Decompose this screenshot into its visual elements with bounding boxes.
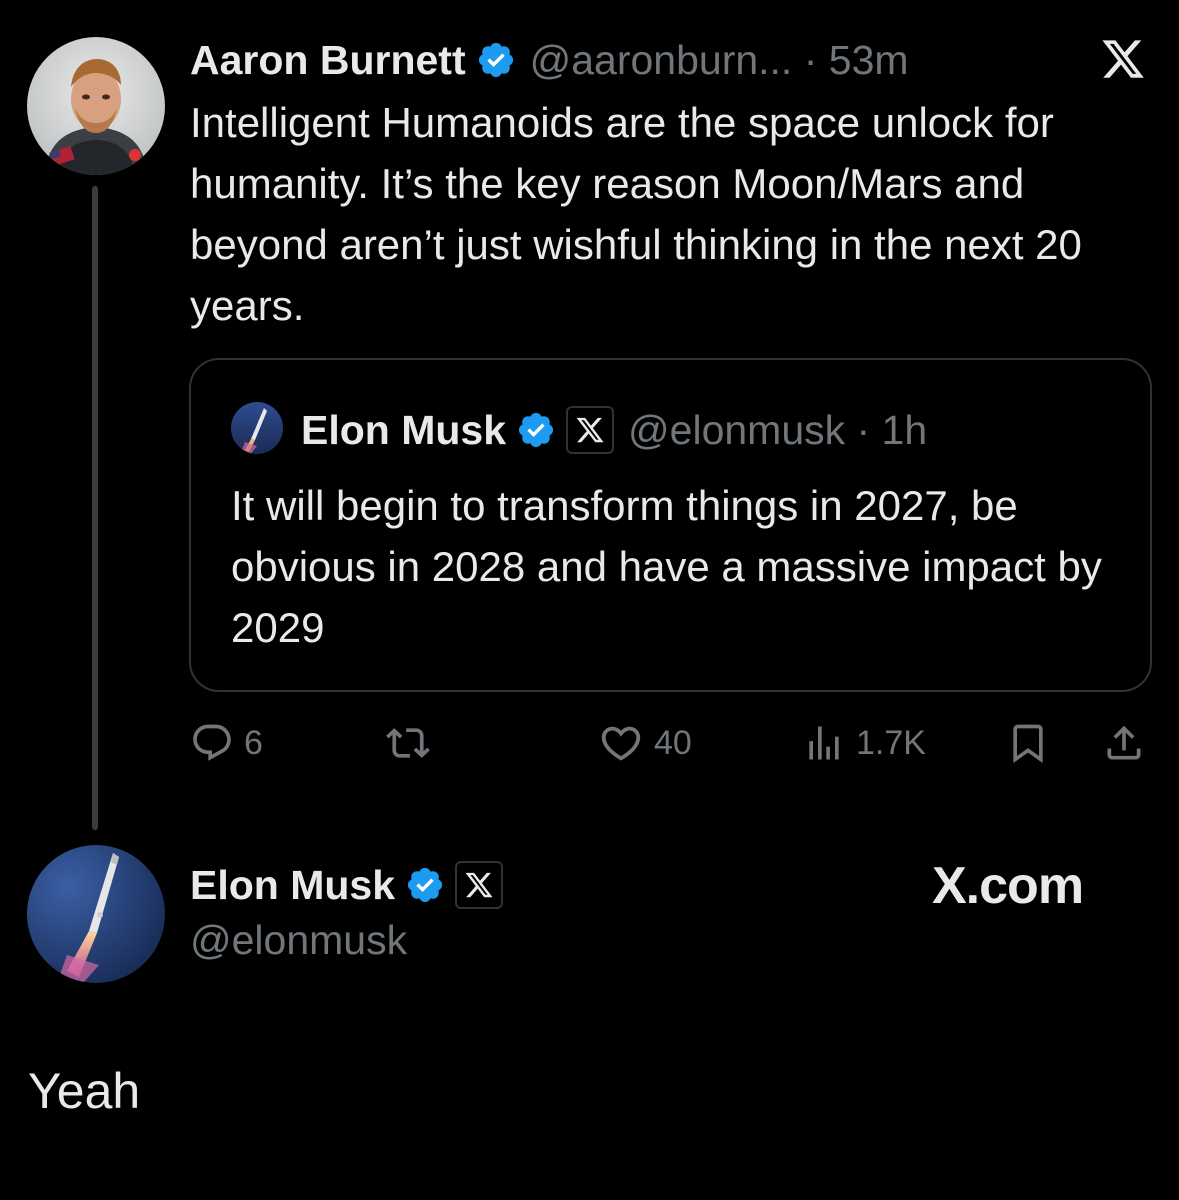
reply-count: 6 — [244, 723, 263, 762]
views-chart-icon — [809, 726, 839, 760]
reply-author-name[interactable]: Elon Musk — [190, 862, 395, 909]
like-count: 40 — [654, 723, 692, 762]
views-button[interactable]: 1.7K — [802, 718, 926, 768]
quoted-author-avatar[interactable] — [231, 402, 283, 454]
quoted-tweet-header: Elon Musk @elonmusk · 1h — [301, 402, 927, 458]
tweet-text: Intelligent Humanoids are the space unlo… — [190, 99, 1082, 329]
quoted-author-handle-time[interactable]: @elonmusk · 1h — [628, 407, 927, 454]
quoted-tweet-card[interactable]: Elon Musk @elonmusk · 1h It will begin t… — [189, 358, 1152, 692]
verified-badge-icon[interactable] — [405, 865, 445, 905]
author-name[interactable]: Aaron Burnett — [190, 37, 466, 84]
x-affiliate-badge-icon[interactable] — [566, 406, 615, 454]
repost-icon — [386, 728, 430, 758]
tweet-header: Aaron Burnett @aaronburn... · 53m — [190, 34, 909, 86]
bookmark-button[interactable] — [1006, 718, 1050, 768]
bookmark-icon — [1013, 724, 1043, 764]
x-com-brand-label: X.com — [932, 857, 1084, 915]
x-affiliate-badge-icon[interactable] — [455, 861, 504, 909]
author-handle-time[interactable]: @aaronburn... · 53m — [530, 37, 909, 84]
x-logo-icon[interactable] — [1100, 36, 1146, 82]
verified-badge-icon[interactable] — [516, 410, 556, 450]
share-icon — [1107, 725, 1141, 760]
thread-connector-line — [92, 186, 98, 830]
reply-text: Yeah — [28, 1063, 141, 1119]
like-button[interactable]: 40 — [598, 718, 692, 768]
reply-author-handle[interactable]: @elonmusk — [190, 917, 407, 964]
verified-badge-icon[interactable] — [476, 40, 516, 80]
reply-header: Elon Musk — [190, 858, 504, 912]
reply-author-avatar[interactable] — [27, 845, 165, 983]
repost-button[interactable] — [386, 718, 440, 768]
views-count: 1.7K — [856, 723, 926, 762]
reply-icon — [193, 724, 231, 761]
tweet-action-bar: 6 40 1.7K — [190, 718, 1150, 768]
author-avatar[interactable] — [27, 37, 165, 175]
reply-button[interactable]: 6 — [190, 718, 263, 768]
heart-icon — [601, 726, 641, 761]
quoted-tweet-text: It will begin to transform things in 202… — [231, 482, 1102, 651]
quoted-author-name[interactable]: Elon Musk — [301, 407, 506, 454]
share-button[interactable] — [1102, 718, 1146, 768]
